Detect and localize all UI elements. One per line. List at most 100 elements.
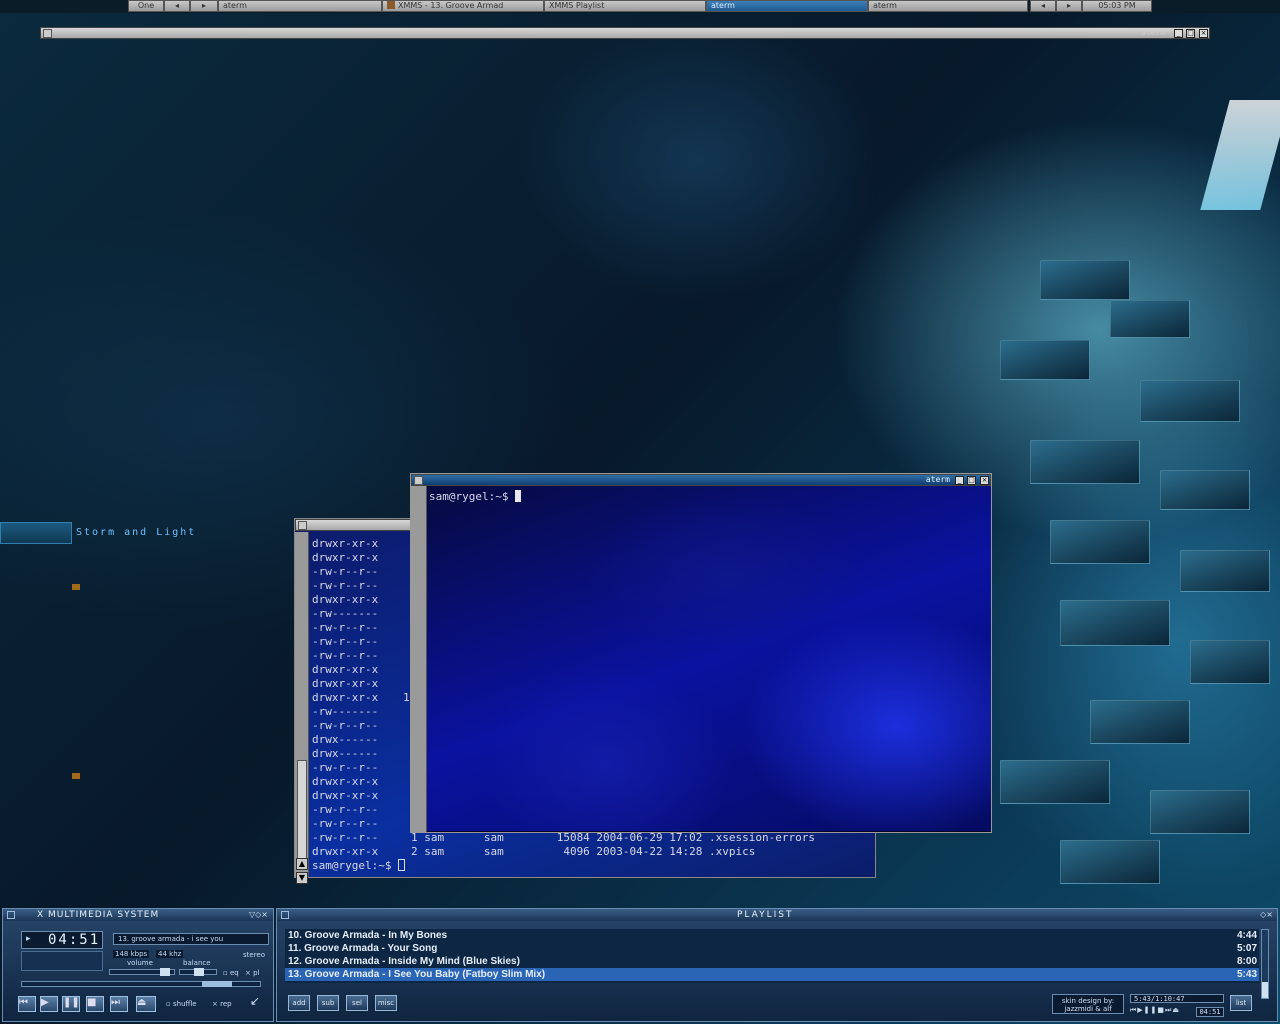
permission-line: drwxr-xr-x xyxy=(312,691,379,704)
playlist-row-time: 5:43 xyxy=(1236,969,1257,980)
window-title: aterm xyxy=(1140,28,1165,37)
wallpaper-block xyxy=(1030,440,1140,484)
task-xmms[interactable]: XMMS - 13. Groove Armad xyxy=(382,0,544,12)
playlist-list[interactable]: 10. Groove Armada - In My Bones 4:44 11. G… xyxy=(285,929,1259,983)
playlist-title: PLAYLIST xyxy=(737,910,794,920)
samplerate-value: 44 xyxy=(158,950,167,958)
terminal-background-image xyxy=(427,486,991,831)
workspace-button[interactable]: One xyxy=(128,0,164,12)
close-button[interactable]: × xyxy=(1199,29,1208,38)
shuffle-toggle[interactable]: ▫ shuffle xyxy=(166,1000,197,1008)
bg-terminal-titlebar[interactable] xyxy=(295,519,411,531)
stop-button[interactable]: ■ xyxy=(86,996,104,1012)
pause-button[interactable]: ❚❚ xyxy=(62,996,80,1012)
permission-line: drwxr-xr-x xyxy=(312,537,379,550)
playlist-scrollbar[interactable] xyxy=(1261,929,1269,999)
balance-slider[interactable] xyxy=(179,968,217,976)
next-button[interactable]: ⏭ xyxy=(110,996,128,1012)
shaded-window-titlebar[interactable]: aterm _ □ × xyxy=(40,27,1210,39)
task-scroll-right[interactable]: ▸ xyxy=(1056,0,1082,12)
wallpaper-block xyxy=(1150,790,1250,834)
add-button[interactable]: add xyxy=(288,995,310,1011)
volume-knob[interactable] xyxy=(160,968,170,976)
samplerate-unit: khz xyxy=(169,950,182,958)
repeat-toggle[interactable]: × rep xyxy=(212,1000,232,1008)
previous-button[interactable]: ⏮ xyxy=(18,996,36,1012)
playlist-row[interactable]: 11. Groove Armada - Your Song 5:07 xyxy=(285,942,1259,955)
bg-prompt[interactable]: sam@rygel:~$ xyxy=(312,859,406,873)
wallpaper-block xyxy=(1190,640,1270,684)
permission-line: drwxr-xr-x xyxy=(312,593,379,606)
xmms-task-icon xyxy=(387,1,395,9)
song-title-display[interactable]: 13. groove armada - i see you xyxy=(113,933,269,945)
sel-button[interactable]: sel xyxy=(346,995,368,1011)
task-aterm-3[interactable]: aterm xyxy=(868,0,1028,12)
permission-line: -rw-r--r-- xyxy=(312,565,379,578)
play-button[interactable]: ▶ xyxy=(40,996,58,1012)
mini-time: 04:51 xyxy=(1196,1007,1224,1017)
window-menu-button[interactable] xyxy=(43,29,52,38)
mini-transport-controls[interactable]: ⏮▶❚❚■⏭⏏ xyxy=(1130,1006,1194,1016)
list-button[interactable]: list xyxy=(1230,995,1252,1011)
wallpaper-block xyxy=(1060,600,1170,646)
bg-terminal-scrollbar[interactable]: ▲ ▼ xyxy=(295,532,309,884)
seek-position[interactable] xyxy=(202,981,232,987)
pl-toggle[interactable]: × pl xyxy=(245,969,259,977)
fg-terminal-window[interactable]: aterm _ □ × sam@rygel:~$ xyxy=(410,473,992,833)
permission-line: drwx------ xyxy=(312,733,379,746)
playlist-window-controls-icon[interactable]: ◇× xyxy=(1260,910,1273,919)
sub-button[interactable]: sub xyxy=(317,995,339,1011)
prev-workspace-button[interactable]: ◂ xyxy=(164,0,190,12)
task-xmms-playlist[interactable]: XMMS Playlist xyxy=(544,0,706,12)
permission-line: -rw-r--r-- xyxy=(312,817,379,830)
minimize-button[interactable]: _ xyxy=(1174,29,1183,38)
scroll-down-arrow[interactable]: ▼ xyxy=(296,872,308,884)
playlist-titlebar[interactable]: PLAYLIST ◇× xyxy=(277,909,1277,921)
wallpaper-block xyxy=(1060,840,1160,884)
minimize-button[interactable]: _ xyxy=(955,476,964,485)
task-aterm-active[interactable]: aterm xyxy=(706,0,868,12)
xmms-titlebar[interactable]: X MULTIMEDIA SYSTEM ▽◇× xyxy=(3,909,273,921)
window-menu-button[interactable] xyxy=(414,476,423,485)
playlist-row[interactable]: 12. Groove Armada - Inside My Mind (Blue… xyxy=(285,955,1259,968)
time-display[interactable]: ▸ 04:51 xyxy=(21,931,103,949)
next-workspace-button[interactable]: ▸ xyxy=(190,0,218,12)
pl-label: pl xyxy=(253,969,260,977)
playlist-window[interactable]: PLAYLIST ◇× 10. Groove Armada - In My Bo… xyxy=(276,908,1278,1022)
scrollbar-thumb[interactable] xyxy=(297,760,307,860)
playlist-row[interactable]: 10. Groove Armada - In My Bones 4:44 xyxy=(285,929,1259,942)
playlist-row[interactable]: 13. Groove Armada - I See You Baby (Fatb… xyxy=(285,968,1259,981)
maximize-button[interactable]: □ xyxy=(1186,29,1195,38)
permission-line: drwxr-xr-x xyxy=(312,775,379,788)
fg-prompt[interactable]: sam@rygel:~$ xyxy=(429,490,522,504)
task-scroll-left[interactable]: ◂ xyxy=(1030,0,1056,12)
fg-terminal-scrollbar[interactable] xyxy=(411,486,427,832)
close-button[interactable]: × xyxy=(980,476,989,485)
balance-knob[interactable] xyxy=(194,968,204,976)
eject-button[interactable]: ⏏ xyxy=(136,996,156,1012)
pause-icon: ❚❚ xyxy=(63,997,80,1008)
task-aterm-1[interactable]: aterm xyxy=(218,0,382,12)
eject-icon: ⏏ xyxy=(137,997,147,1008)
fg-terminal-titlebar[interactable]: aterm _ □ × xyxy=(411,474,991,486)
permission-line: -rw-r--r-- xyxy=(312,621,379,634)
maximize-button[interactable]: □ xyxy=(967,476,976,485)
repeat-label: rep xyxy=(220,1000,232,1008)
elapsed-time: 04:51 xyxy=(48,932,101,948)
stop-icon: ■ xyxy=(87,997,97,1008)
seek-bar[interactable] xyxy=(21,981,261,987)
permission-line: -rw-r--r-- xyxy=(312,761,379,774)
scroll-up-arrow[interactable]: ▲ xyxy=(296,858,308,870)
misc-button[interactable]: misc xyxy=(375,995,397,1011)
playlist-menu-icon[interactable] xyxy=(281,911,289,919)
playlist-scroll-thumb[interactable] xyxy=(1262,982,1268,998)
playlist-total-time: 5:43/1:10:47 xyxy=(1130,994,1224,1003)
window-menu-button[interactable] xyxy=(298,521,307,530)
eq-toggle[interactable]: ▫ eq xyxy=(223,969,239,977)
listing-line-2: 2 sam sam 4096 2003-04-22 14:28 .xvpics xyxy=(411,845,756,858)
volume-slider[interactable] xyxy=(109,968,175,976)
playlist-row-title: 11. Groove Armada - Your Song xyxy=(288,943,438,954)
file-permissions-column: drwxr-xr-x drwxr-xr-x -rw-r--r-- -rw-r--r--… xyxy=(312,537,378,859)
xmms-menu-icon[interactable] xyxy=(7,911,15,919)
xmms-window-controls-icon[interactable]: ▽◇× xyxy=(249,910,268,919)
